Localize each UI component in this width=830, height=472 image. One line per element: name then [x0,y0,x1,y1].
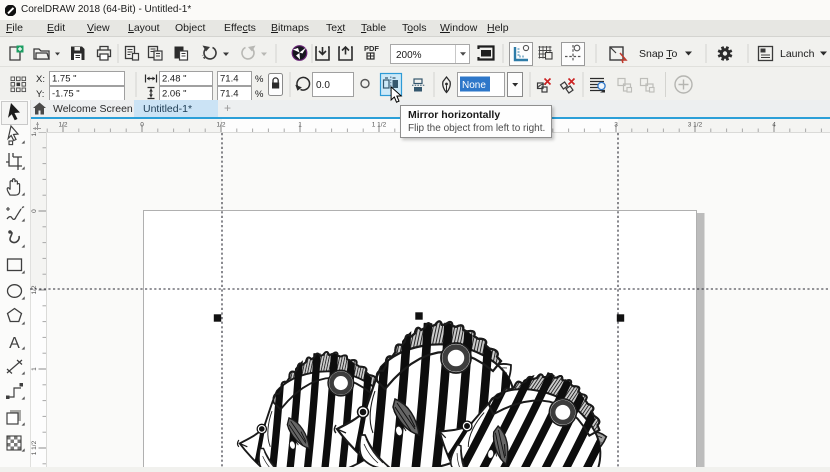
svg-text:1.75 ": 1.75 " [52,74,77,85]
svg-text:%: % [255,74,264,85]
svg-text:Y:: Y: [36,89,44,100]
svg-text:X:: X: [36,74,45,85]
svg-text:PDF: PDF [364,44,379,53]
svg-text:Launch: Launch [780,48,815,60]
svg-text:200%: 200% [396,50,422,61]
svg-text:None: None [462,80,486,91]
svg-text:0: 0 [140,122,144,129]
svg-text:3 1/2: 3 1/2 [688,122,703,129]
svg-text:1/2: 1/2 [58,122,67,129]
svg-text:3: 3 [614,122,618,129]
svg-text:4: 4 [772,122,776,129]
svg-text:71.4: 71.4 [220,89,239,100]
svg-text:2.48 ": 2.48 " [162,74,187,85]
svg-text:0.0: 0.0 [316,80,330,91]
svg-text:%: % [255,89,264,100]
svg-text:1: 1 [298,122,302,129]
svg-text:A: A [9,335,20,352]
svg-text:-1.75 ": -1.75 " [52,89,80,100]
svg-text:1/2: 1/2 [216,122,225,129]
svg-text:1 1/2: 1 1/2 [372,122,387,129]
svg-text:Snap To: Snap To [639,48,678,60]
svg-text:71.4: 71.4 [220,74,239,85]
svg-text:2.06 ": 2.06 " [162,89,187,100]
